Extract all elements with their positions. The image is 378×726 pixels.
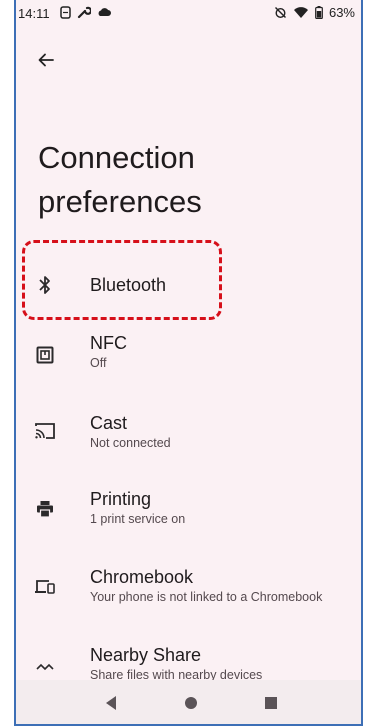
battery-percent: 63% (328, 5, 355, 20)
nfc-icon (32, 342, 58, 368)
status-left-icons (60, 5, 111, 19)
sim-icon (60, 5, 71, 19)
highlight-annotation (22, 240, 222, 320)
square-recents-icon (265, 697, 277, 709)
printer-icon (32, 496, 58, 522)
item-title: Printing (90, 489, 152, 509)
status-right-icons: 63% (274, 5, 355, 20)
item-title: Chromebook (90, 567, 194, 587)
triangle-back-icon (106, 696, 116, 710)
nav-home-button[interactable] (180, 692, 202, 714)
item-subtitle: Off (90, 356, 107, 370)
item-subtitle: 1 print service on (90, 512, 186, 526)
item-title: Nearby Share (90, 645, 202, 665)
wifi-icon (293, 6, 308, 18)
nav-back-button[interactable] (100, 692, 122, 714)
list-item-nfc[interactable]: NFC Off (16, 332, 361, 382)
circle-home-icon (185, 697, 197, 709)
wrench-icon (77, 6, 91, 19)
cloud-icon (98, 8, 111, 16)
alarm-off-icon (274, 7, 286, 19)
battery-icon (315, 6, 323, 19)
list-item-printing[interactable]: Printing 1 print service on (16, 488, 361, 538)
nearby-share-icon (32, 654, 58, 680)
item-title: Cast (90, 413, 128, 433)
nav-recents-button[interactable] (260, 692, 282, 714)
cast-icon (32, 418, 58, 444)
list-item-cast[interactable]: Cast Not connected (16, 412, 361, 462)
status-bar: 14:11 63% (16, 0, 361, 26)
phone-screen: 14:11 63% Connection preferences Bluetoo… (14, 0, 363, 726)
chromebook-icon (32, 574, 58, 600)
item-subtitle: Your phone is not linked to a Chromebook (90, 590, 323, 604)
list-item-chromebook[interactable]: Chromebook Your phone is not linked to a… (16, 566, 361, 616)
back-button[interactable] (28, 44, 64, 76)
item-subtitle: Not connected (90, 436, 171, 450)
list-item-nearby-share[interactable]: Nearby Share Share files with nearby dev… (16, 644, 361, 684)
item-title: NFC (90, 333, 127, 353)
arrow-back-icon (38, 53, 54, 67)
page-title: Connection preferences (38, 140, 202, 219)
navigation-bar (16, 680, 361, 724)
status-time: 14:11 (18, 6, 50, 21)
